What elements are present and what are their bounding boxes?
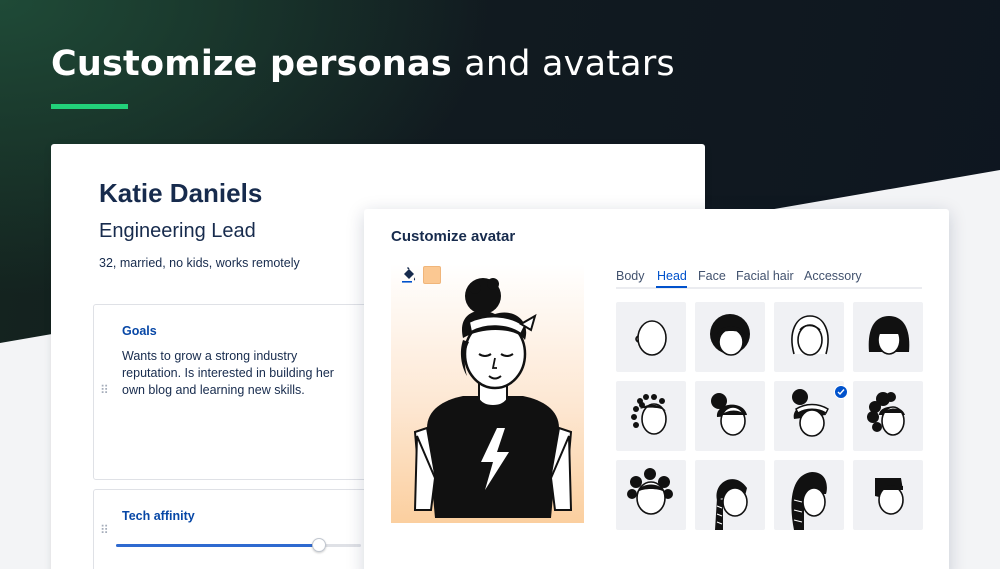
drag-handle-icon[interactable]: ⠿ xyxy=(100,384,109,396)
tech-affinity-section[interactable]: ⠿ Tech affinity xyxy=(93,489,393,569)
headline-light: and avatars xyxy=(464,44,675,84)
head-option-long-outline[interactable] xyxy=(774,302,844,372)
active-tab-indicator xyxy=(656,286,687,288)
bald-head-icon xyxy=(635,320,667,356)
twists-head-icon xyxy=(631,394,667,435)
avatar-preview xyxy=(391,264,584,523)
head-option-bald[interactable] xyxy=(616,302,686,372)
goals-text[interactable]: Wants to grow a strong industry reputati… xyxy=(122,348,344,399)
slider-thumb[interactable] xyxy=(312,538,327,552)
avatar-customizer-title: Customize avatar xyxy=(391,228,516,245)
avatar-customizer-card: Customize avatar Body Head Face Facial h… xyxy=(364,209,949,569)
head-option-twists[interactable] xyxy=(616,381,686,451)
headline-bold: Customize personas xyxy=(51,44,452,84)
head-option-bun-top[interactable] xyxy=(695,381,765,451)
goals-title: Goals xyxy=(122,324,157,338)
persona-name[interactable]: Katie Daniels xyxy=(99,178,262,209)
head-option-bob-bangs[interactable] xyxy=(853,302,923,372)
avatar-tabs: Body Head Face Facial hair Accessory xyxy=(616,267,922,289)
tech-affinity-slider[interactable] xyxy=(116,538,361,552)
tab-head[interactable]: Head xyxy=(657,269,687,283)
curly-puffs-head-icon xyxy=(867,392,905,436)
persona-role[interactable]: Engineering Lead xyxy=(99,220,256,243)
persona-meta[interactable]: 32, married, no kids, works remotely xyxy=(99,256,300,270)
selected-check-icon xyxy=(834,385,848,399)
hero-headline: Customize personas and avatars xyxy=(51,44,675,84)
braids-long-head-icon xyxy=(791,472,827,530)
accent-underline xyxy=(51,104,128,109)
head-option-flat-top[interactable] xyxy=(853,460,923,530)
slider-fill xyxy=(116,544,320,547)
head-option-bandana-bun[interactable] xyxy=(774,381,848,451)
head-option-afro-bangs[interactable] xyxy=(695,302,765,372)
afro-bangs-head-icon xyxy=(710,314,750,356)
avatar-illustration xyxy=(413,278,573,518)
braided-side-head-icon xyxy=(715,479,748,530)
tab-body[interactable]: Body xyxy=(616,269,645,283)
tab-face[interactable]: Face xyxy=(698,269,726,283)
flat-top-head-icon xyxy=(875,478,904,515)
tab-facial-hair[interactable]: Facial hair xyxy=(736,269,794,283)
goals-section[interactable]: ⠿ Goals Wants to grow a strong industry … xyxy=(93,304,393,480)
bob-bangs-head-icon xyxy=(868,316,910,355)
space-buns-head-icon xyxy=(627,468,673,515)
head-option-braids-long[interactable] xyxy=(774,460,844,530)
head-option-braided-side[interactable] xyxy=(695,460,765,530)
head-option-curly-puffs[interactable] xyxy=(853,381,923,451)
tab-accessory[interactable]: Accessory xyxy=(804,269,862,283)
bun-top-head-icon xyxy=(711,393,747,436)
drag-handle-icon[interactable]: ⠿ xyxy=(100,524,109,536)
tech-affinity-title: Tech affinity xyxy=(122,509,195,523)
long-hair-outline-head-icon xyxy=(791,315,829,356)
head-option-space-buns[interactable] xyxy=(616,460,686,530)
